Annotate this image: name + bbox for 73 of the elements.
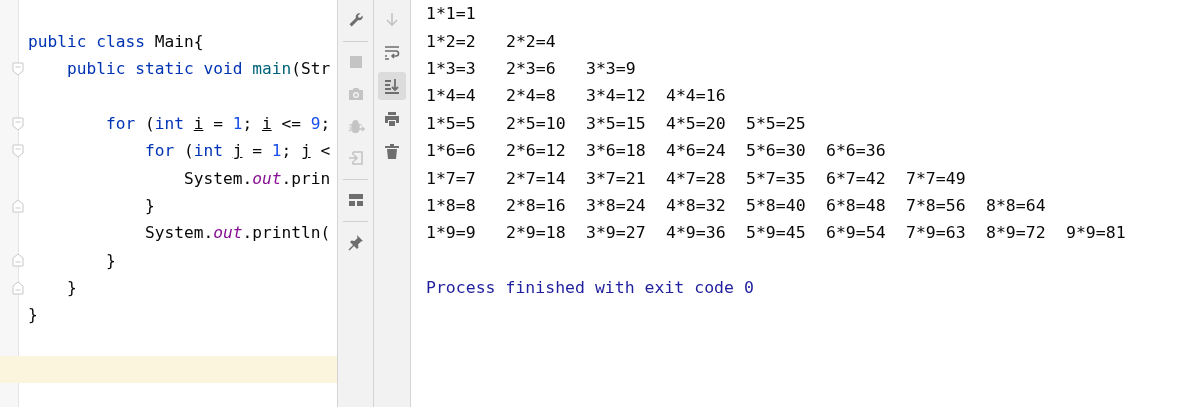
soft-wrap-icon: [383, 44, 401, 62]
console-output: 2*4=8: [506, 86, 557, 106]
console-output: 2*6=12: [506, 141, 567, 161]
code-line: public static void main(Str: [65, 59, 331, 79]
console-output: 4*8=32: [666, 195, 727, 215]
console-output: 3*4=12: [586, 86, 647, 106]
console-output: 6*8=48: [826, 195, 887, 215]
console-output: 3*6=18: [586, 141, 647, 161]
console-output: 7*8=56: [906, 195, 967, 215]
fold-marker-icon[interactable]: [12, 116, 24, 131]
console-output: 7*9=63: [906, 223, 967, 243]
console-output: 7*7=49: [906, 168, 967, 188]
console-output: 3*8=24: [586, 195, 647, 215]
console-output: 2*2=4: [506, 31, 557, 51]
console-output: 5*5=25: [746, 113, 807, 133]
exit-icon: [346, 149, 365, 167]
console-output: 1*8=8: [426, 195, 477, 215]
fold-marker-icon[interactable]: [12, 144, 24, 159]
console-output: 2*8=16: [506, 195, 567, 215]
exit-message: Process finished with exit code 0: [426, 278, 754, 298]
console-output: 3*3=9: [586, 58, 637, 78]
code-line: }: [104, 250, 116, 270]
code-line: }: [28, 305, 38, 325]
unfold-marker-icon[interactable]: [12, 253, 24, 268]
code-line: System.out.prin: [182, 168, 331, 188]
console-output: 5*7=35: [746, 168, 807, 188]
unfold-marker-icon[interactable]: [12, 280, 24, 295]
console-output: 1*1=1: [426, 4, 477, 24]
console-output: 4*9=36: [666, 223, 727, 243]
console-output: 5*8=40: [746, 195, 807, 215]
camera-icon: [346, 85, 365, 103]
console-output: 2*9=18: [506, 223, 567, 243]
console-output: 5*6=30: [746, 141, 807, 161]
trash-icon: [383, 143, 401, 161]
console-output: 6*7=42: [826, 168, 887, 188]
console-output: 1*6=6: [426, 141, 477, 161]
console-output: 9*9=81: [1066, 223, 1127, 243]
console-output: 4*6=24: [666, 141, 727, 161]
console-output: 6*9=54: [826, 223, 887, 243]
pin-icon: [346, 233, 365, 251]
console-output: 6*6=36: [826, 141, 887, 161]
code-line: for (int j = 1; j <: [143, 141, 331, 161]
layout-icon: [346, 191, 365, 209]
console-output: 8*8=64: [986, 195, 1047, 215]
scroll-to-end-icon: [383, 77, 401, 95]
console-output: 1*3=3: [426, 58, 477, 78]
code-line: for (int i = 1; i <= 9;: [104, 114, 331, 134]
console-output: 3*9=27: [586, 223, 647, 243]
down-arrow-icon: [383, 11, 401, 29]
console-output: 2*5=10: [506, 113, 567, 133]
console-output: 1*2=2: [426, 31, 477, 51]
code-line: }: [143, 195, 155, 215]
console-output: 4*4=16: [666, 86, 727, 106]
console-output: 4*7=28: [666, 168, 727, 188]
code-line: System.out.println(: [143, 223, 331, 243]
fold-marker-icon[interactable]: [12, 62, 24, 77]
unfold-marker-icon[interactable]: [12, 198, 24, 213]
console-output: 1*5=5: [426, 113, 477, 133]
console-output: 8*9=72: [986, 223, 1047, 243]
code-line: public class Main{: [28, 32, 204, 52]
console-output: 3*7=21: [586, 168, 647, 188]
printer-icon: [383, 110, 401, 128]
bug-icon: [346, 117, 365, 135]
console-output: 3*5=15: [586, 113, 647, 133]
console-output: 4*5=20: [666, 113, 727, 133]
console-output: 1*7=7: [426, 168, 477, 188]
code-line: }: [65, 277, 77, 297]
console-output: 2*3=6: [506, 58, 557, 78]
console-output: 1*9=9: [426, 223, 477, 243]
console-output: 2*7=14: [506, 168, 567, 188]
console-output: 1*4=4: [426, 86, 477, 106]
console-output: 5*9=45: [746, 223, 807, 243]
scroll-to-end-button[interactable]: [378, 72, 406, 100]
